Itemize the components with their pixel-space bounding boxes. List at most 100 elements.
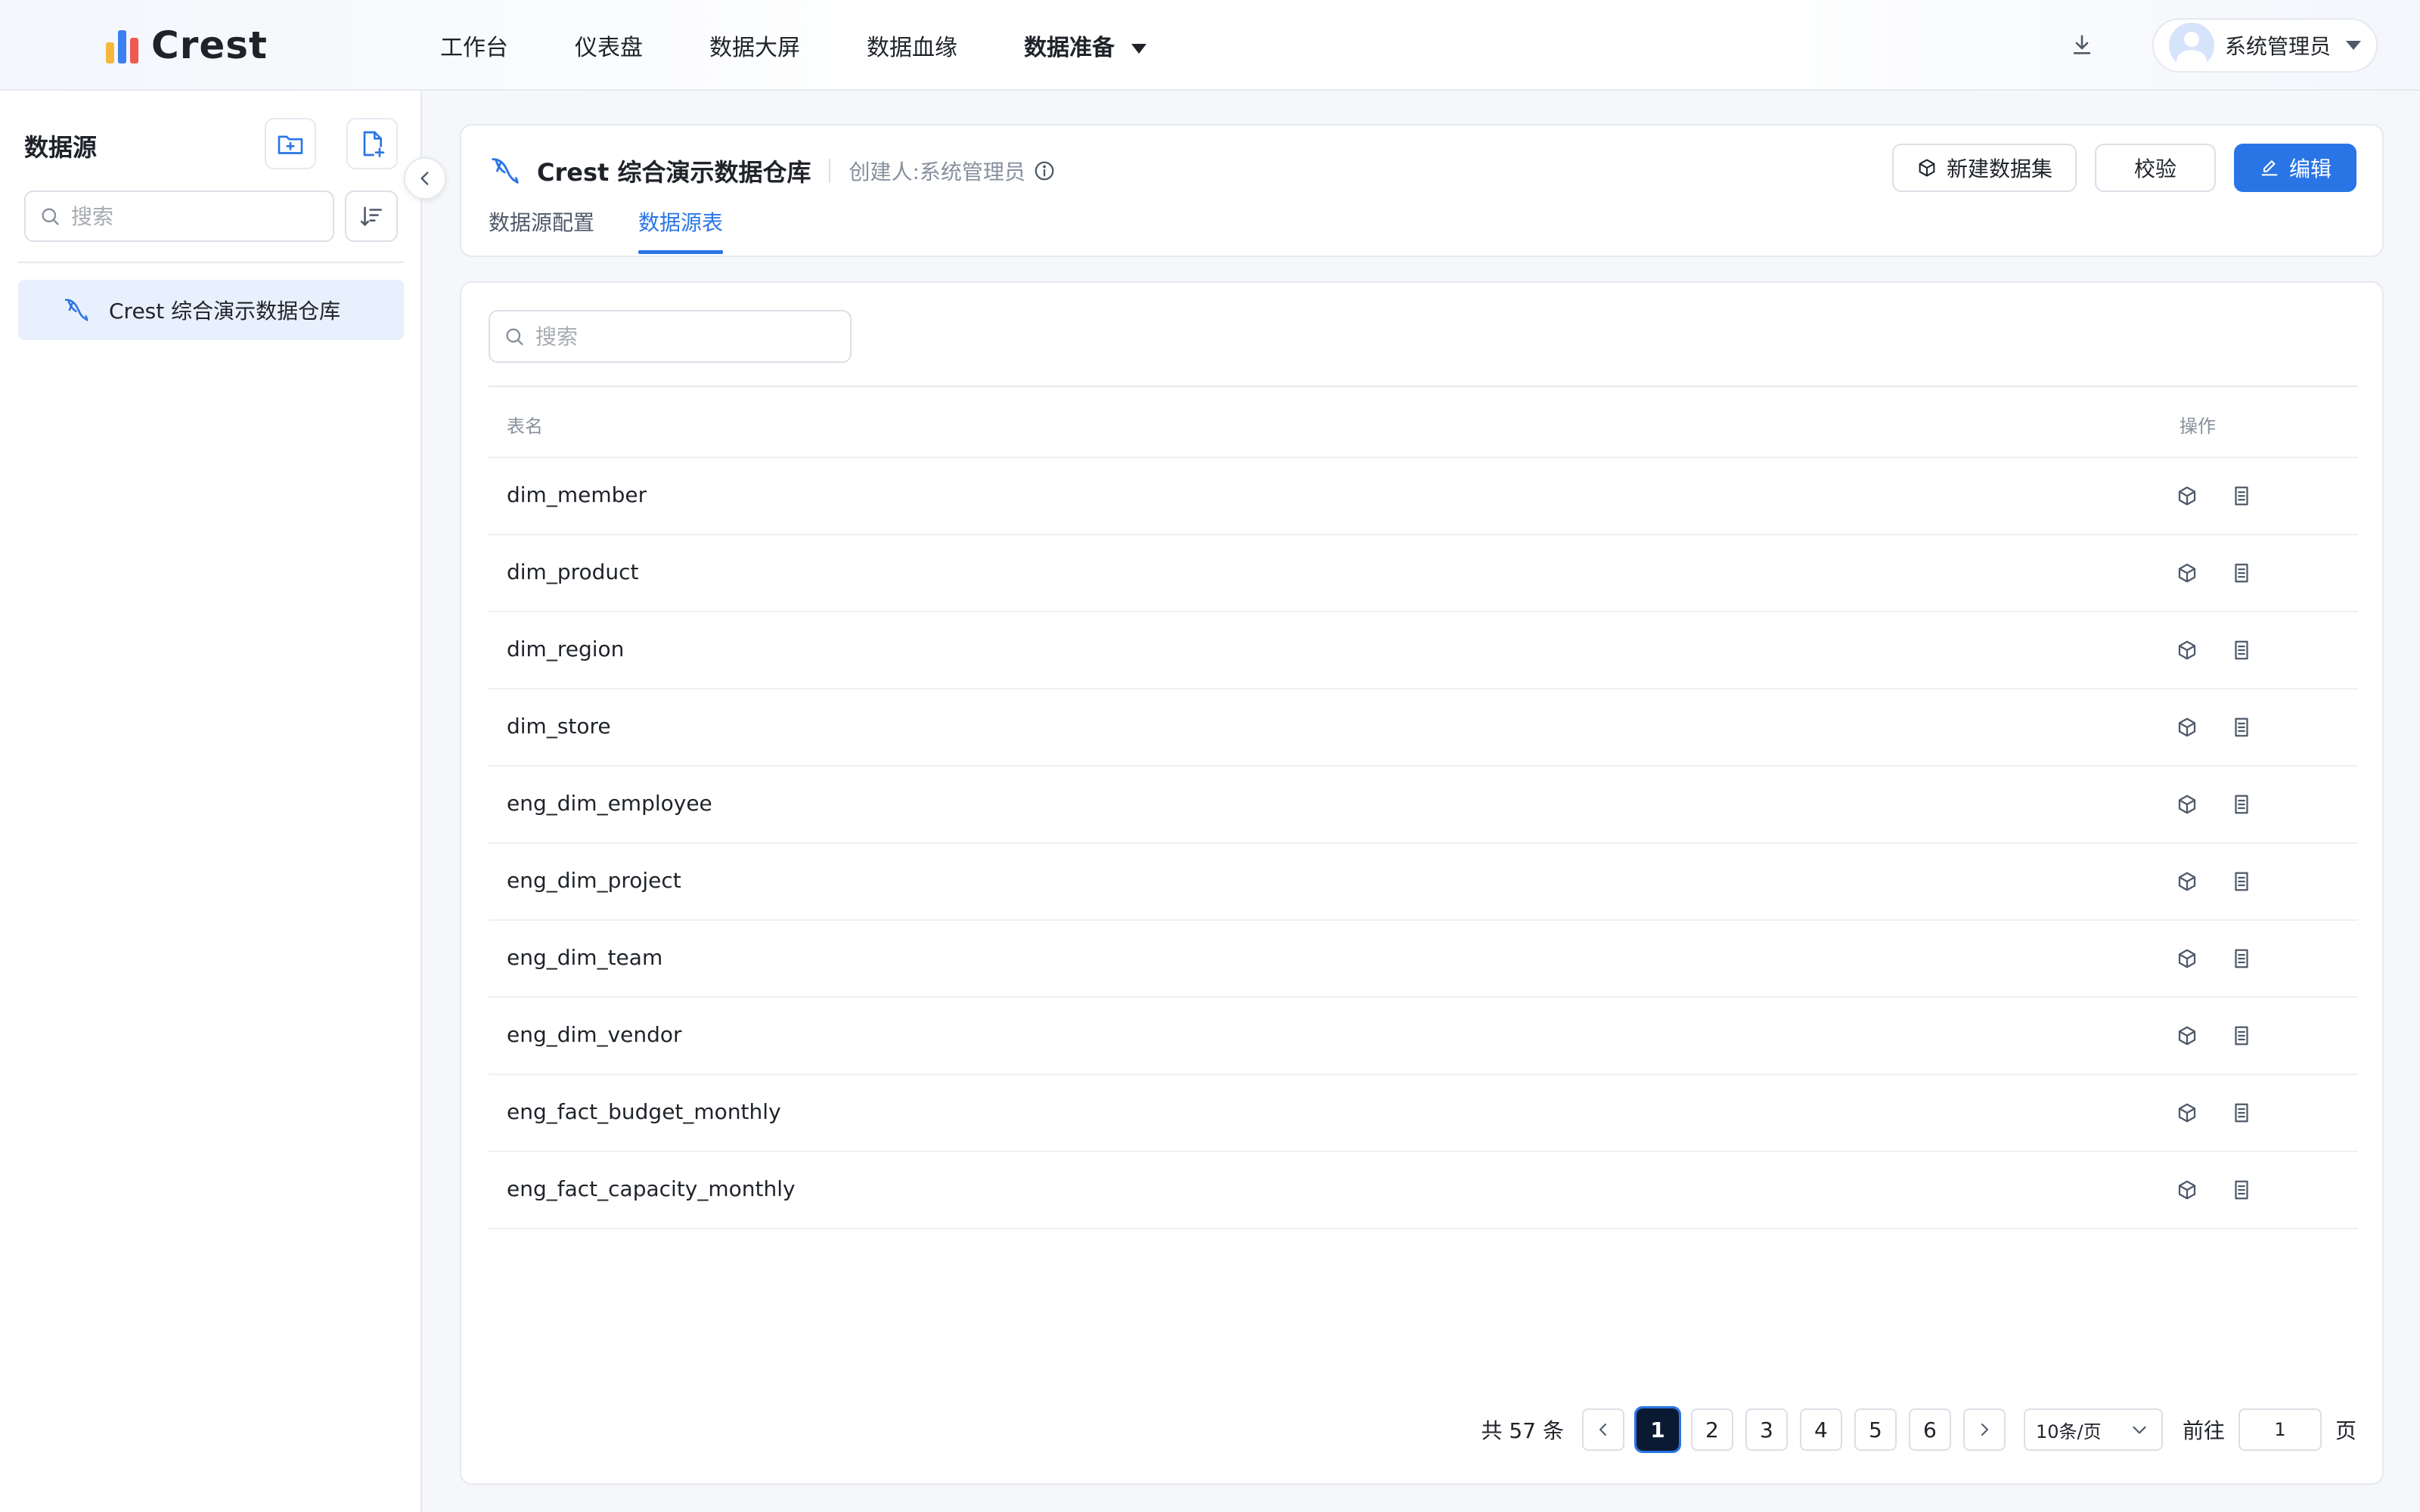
table-name-cell: eng_dim_employee [507,791,712,816]
chevron-left-icon [1599,1424,1606,1436]
cube-icon[interactable] [2172,712,2202,742]
nav-item-data-prep[interactable]: 数据准备 [1024,29,1146,62]
table-row[interactable]: eng_fact_budget_monthly [489,1075,2358,1152]
table-name-cell: dim_store [507,714,611,739]
sort-button[interactable] [345,191,398,242]
sidebar-divider [18,262,404,263]
validate-button[interactable]: 校验 [2095,144,2216,192]
table-row[interactable]: dim_region [489,612,2358,689]
datasource-tables-card: 表名 操作 dim_member dim_product dim_regiondim… [460,281,2384,1485]
tab-datasource-config[interactable]: 数据源配置 [489,212,594,254]
document-icon[interactable] [2226,1175,2257,1205]
logo-text: Crest [151,23,268,67]
new-datasource-button[interactable] [346,118,398,169]
chevron-down-icon [2133,1426,2146,1434]
datasource-name: Crest 综合演示数据仓库 [537,158,811,187]
cube-icon[interactable] [2172,481,2202,511]
table-name-cell: eng_fact_capacity_monthly [507,1176,796,1201]
cube-icon[interactable] [2172,789,2202,820]
app-logo[interactable]: Crest [106,23,268,68]
tab-datasource-tables[interactable]: 数据源表 [638,212,724,254]
table-search[interactable] [489,310,852,363]
new-folder-button[interactable] [265,118,316,169]
sidebar-search[interactable] [24,191,334,242]
mysql-dolphin-icon [64,299,88,321]
datasource-tabs: 数据源配置 数据源表 [489,212,767,257]
page-suffix: 页 [2335,1418,2356,1443]
datasource-title-row: Crest 综合演示数据仓库 创建人:系统管理员 [489,148,1056,194]
cube-icon[interactable] [2172,1098,2202,1128]
page-size-value: 10条/页 [2035,1421,2102,1442]
page-button-2[interactable]: 2 [1690,1408,1733,1451]
cube-icon[interactable] [2172,1175,2202,1205]
page-button-1[interactable]: 1 [1634,1406,1681,1453]
cube-icon[interactable] [2172,866,2202,897]
table-row[interactable]: dim_member [489,458,2358,535]
cube-icon[interactable] [2172,635,2202,665]
goto-page-input[interactable] [2238,1408,2322,1451]
page-button-5[interactable]: 5 [1854,1408,1897,1451]
table-row[interactable]: eng_dim_employee [489,767,2358,844]
document-icon[interactable] [2226,866,2257,897]
cube-icon[interactable] [2172,558,2202,588]
cube-icon [1919,159,1935,177]
table-name-cell: eng_fact_budget_monthly [507,1099,781,1124]
table-row[interactable]: dim_store [489,689,2358,767]
table-name-cell: eng_dim_vendor [507,1022,682,1047]
document-icon[interactable] [2226,1098,2257,1128]
nav-item-workbench[interactable]: 工作台 [440,29,508,62]
prev-page-button[interactable] [1581,1408,1624,1451]
column-header-actions: 操作 [2180,416,2216,437]
caret-down-icon [2346,41,2362,50]
sidebar-item-datasource[interactable]: Crest 综合演示数据仓库 [18,280,404,340]
search-icon [42,208,59,225]
goto-label: 前往 [2182,1418,2225,1443]
table-header: 表名 操作 [489,386,2358,458]
page-button-3[interactable]: 3 [1745,1408,1788,1451]
new-dataset-button[interactable]: 新建数据集 [1892,144,2077,192]
document-icon[interactable] [2226,943,2257,974]
table-row[interactable]: eng_dim_project [489,844,2358,921]
logo-bars-icon [106,27,139,64]
sidebar-search-input[interactable] [71,203,313,229]
edit-button[interactable]: 编辑 [2234,144,2356,192]
table-row[interactable]: dim_product [489,535,2358,612]
new-dataset-label: 新建数据集 [1946,156,2052,181]
collapse-sidebar-button[interactable] [404,157,446,200]
document-icon[interactable] [2226,1021,2257,1051]
info-icon[interactable] [1033,160,1056,182]
table-name-cell: dim_product [507,559,639,584]
caret-down-icon [1131,44,1146,54]
nav-item-lineage[interactable]: 数据血缘 [867,29,957,62]
table-name-cell: dim_member [507,482,647,507]
document-icon[interactable] [2226,481,2257,511]
nav-item-data-prep-label: 数据准备 [1024,35,1115,61]
document-icon[interactable] [2226,789,2257,820]
page-size-select[interactable]: 10条/页 [2023,1408,2163,1451]
nav-item-big-screen[interactable]: 数据大屏 [709,29,800,62]
table-name-cell: eng_dim_team [507,945,663,970]
folder-add-icon [278,135,303,154]
cube-icon[interactable] [2172,943,2202,974]
document-icon[interactable] [2226,635,2257,665]
datasource-sidebar: 数据源 Crest 综合演示数据仓库 [0,91,422,1512]
table-row[interactable]: eng_dim_vendor [489,998,2358,1075]
datasource-header: Crest 综合演示数据仓库 创建人:系统管理员 数据源配置 数据源表 新建数据… [460,124,2384,257]
table-row[interactable]: eng_dim_team [489,921,2358,998]
file-add-icon [363,131,385,158]
table-search-input[interactable] [535,324,838,349]
main-nav: 工作台 仪表盘 数据大屏 数据血缘 数据准备 [440,27,1213,64]
column-header-name: 表名 [507,416,543,437]
table-row[interactable]: eng_fact_capacity_monthly [489,1152,2358,1229]
chevron-right-icon [1981,1424,1988,1436]
chevron-left-icon [420,172,429,185]
user-menu[interactable]: 系统管理员 [2152,18,2378,73]
document-icon[interactable] [2226,712,2257,742]
next-page-button[interactable] [1962,1408,2006,1451]
page-button-4[interactable]: 4 [1799,1408,1842,1451]
document-icon[interactable] [2226,558,2257,588]
page-button-6[interactable]: 6 [1908,1408,1951,1451]
download-icon[interactable] [2069,32,2095,57]
cube-icon[interactable] [2172,1021,2202,1051]
nav-item-dashboard[interactable]: 仪表盘 [575,29,643,62]
